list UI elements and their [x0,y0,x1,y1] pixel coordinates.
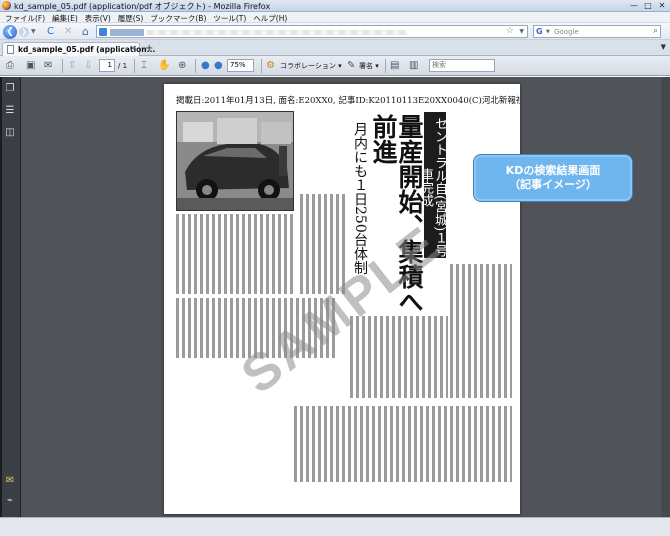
bookmark-star-icon[interactable]: ☆ [506,26,514,36]
toolbar-divider [261,59,262,73]
body-text-column [294,406,512,482]
callout-line-1: KDの検索結果画面 [505,164,601,177]
photo-caption [176,214,294,296]
reload-icon[interactable]: C [47,26,54,37]
sign-menu[interactable]: 署名 ▾ [359,60,379,72]
search-engine-dropdown-icon[interactable]: ▼ [546,29,550,35]
toolbar-divider [385,59,386,73]
pdf-search-input[interactable]: 検索 [429,59,495,72]
status-bar [0,517,670,536]
back-button[interactable]: ❮ [3,25,17,39]
next-page-icon[interactable]: ⇩ [84,59,92,73]
pages-icon[interactable]: ❐ [4,83,16,95]
menu-bar: ファイル(F) 編集(E) 表示(V) 履歴(S) ブックマーク(B) ツール(… [0,12,670,23]
stop-icon[interactable]: ✕ [64,26,72,37]
page-total: / 1 [118,62,128,70]
url-redacted-host [110,29,144,36]
tab-close-icon[interactable]: ✕ [129,44,136,53]
window-edge [0,77,2,517]
firefox-icon [2,1,11,10]
body-text-column [450,264,512,398]
article-photo [176,111,294,211]
print-icon[interactable]: ⎙ [6,59,14,73]
url-redacted-path [147,30,407,35]
menu-help[interactable]: ヘルプ(H) [251,12,292,23]
home-icon[interactable]: ⌂ [82,25,89,38]
document-icon [7,45,14,54]
toolbar-divider [134,59,135,73]
toolbar-divider [62,59,63,73]
zoom-out-icon[interactable]: ● [201,59,210,73]
collaboration-menu[interactable]: コラボレーション ▾ [280,60,342,72]
search-placeholder: Google [554,28,579,36]
title-bar: kd_sample_05.pdf (application/pdf オブジェクト… [0,0,670,12]
menu-file[interactable]: ファイル(F) [3,12,50,23]
menu-bookmarks[interactable]: ブックマーク(B) [148,12,211,23]
caption-text-lines [176,214,294,294]
window-controls: — □ ✕ [629,1,667,11]
pdf-toolbar: ⎙ ▣ ✉ ⇧ ⇩ 1 / 1 ⌶ ✋ ⊕ ● ● 75% ⚙ コラボレーション… [0,56,670,76]
hand-icon[interactable]: ✋ [158,59,170,73]
maximize-button[interactable]: □ [643,1,653,11]
forward-button[interactable]: ❯ [19,27,29,37]
minimize-button[interactable]: — [629,1,639,11]
vertical-scrollbar[interactable] [661,77,670,517]
fit-width-icon[interactable]: ▥ [409,59,418,73]
tab-pdf[interactable]: kd_sample_05.pdf (application... ✕ [2,42,155,56]
menu-tools[interactable]: ツール(T) [211,12,251,23]
attachments-icon[interactable]: ⌁ [4,495,16,507]
new-tab-button[interactable]: + [145,43,153,54]
bookmarks-icon[interactable]: ☰ [4,105,16,117]
pdf-navigation-pane: ❐ ☰ ◫ ✉ ⌁ [0,77,21,517]
collaboration-icon[interactable]: ⚙ [266,59,275,73]
menu-edit[interactable]: 編集(E) [50,12,83,23]
annotation-callout: KDの検索結果画面 （記事イメージ） [473,154,633,202]
callout-line-2: （記事イメージ） [509,178,597,191]
marquee-zoom-icon[interactable]: ⊕ [178,59,186,73]
close-button[interactable]: ✕ [657,1,667,11]
search-icon[interactable]: ⌕ [653,26,658,36]
zoom-in-icon[interactable]: ● [214,59,223,73]
history-dropdown-icon[interactable]: ▼ [31,28,36,35]
email-icon[interactable]: ✉ [44,59,52,73]
pdf-viewer[interactable]: 掲載日:2011年01月13日, 面名:E20XX0, 記事ID:K201101… [21,77,670,517]
search-input[interactable]: G ▼ Google ⌕ [533,25,661,38]
sign-icon[interactable]: ✎ [347,59,355,73]
menu-view[interactable]: 表示(V) [83,12,116,23]
select-icon[interactable]: ⌶ [141,59,147,73]
site-identity-icon[interactable] [99,28,107,36]
navigation-bar: ❮ ❯ ▼ C ✕ ⌂ ☆ ▼ G ▼ Google ⌕ [0,23,670,40]
list-tabs-icon[interactable]: ▼ [661,43,666,51]
layers-icon[interactable]: ◫ [4,127,16,139]
article-header: 掲載日:2011年01月13日, 面名:E20XX0, 記事ID:K201101… [176,96,520,106]
comments-icon[interactable]: ✉ [4,475,16,487]
prev-page-icon[interactable]: ⇧ [68,59,76,73]
google-icon[interactable]: G [536,27,543,36]
window-title: kd_sample_05.pdf (application/pdf オブジェクト… [14,2,271,11]
toolbar-divider [195,59,196,73]
fit-page-icon[interactable]: ▤ [390,59,399,73]
page-number-input[interactable]: 1 [99,59,115,72]
tab-bar: kd_sample_05.pdf (application... ✕ + ▼ [0,40,670,56]
url-input[interactable]: ☆ ▼ [96,25,528,38]
zoom-select[interactable]: 75% [227,59,254,72]
pdf-page: 掲載日:2011年01月13日, 面名:E20XX0, 記事ID:K201101… [164,84,520,514]
car-photo-image [177,112,293,210]
menu-history[interactable]: 履歴(S) [116,12,149,23]
url-history-dropdown-icon[interactable]: ▼ [519,28,524,35]
save-icon[interactable]: ▣ [26,59,35,73]
